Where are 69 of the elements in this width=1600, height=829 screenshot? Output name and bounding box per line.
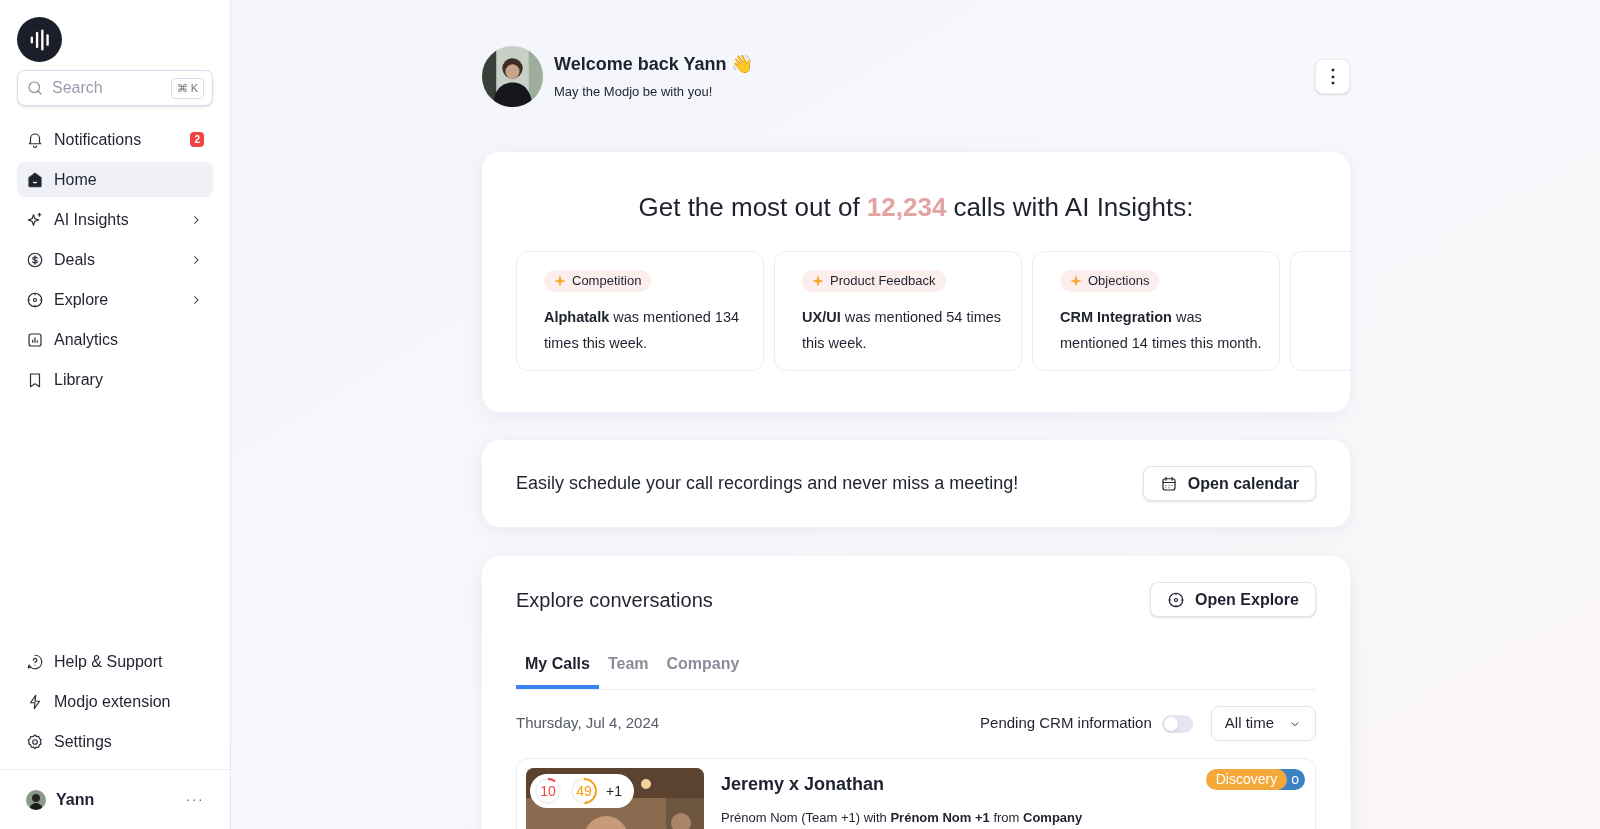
nav-label: Explore [54,289,110,310]
nav-item[interactable]: Notifications 2 [17,122,213,157]
logo-icon [17,17,62,62]
nav-item[interactable]: Help & Support [17,644,213,679]
insight-text: UX/UI was mentioned 54 times this week. [802,308,1003,353]
nav-label: Help & Support [54,651,163,672]
tab[interactable]: My Calls [516,642,599,689]
shortcut-hint: ⌘ K [170,78,204,99]
nav-item[interactable]: AI Insights [17,202,213,237]
call-title: Jeremy x Jonathan [721,773,885,796]
search-icon [26,79,44,97]
dollar-icon [26,250,44,269]
toggle-switch[interactable] [1161,714,1193,733]
date-label: Thursday, Jul 4, 2024 [516,713,661,734]
section-title: Explore conversations [516,587,714,613]
toggle-label: Pending CRM information [980,713,1152,734]
user-name: Yann [56,789,96,810]
score-ring: 10 [534,777,562,805]
call-details: Prénom Nom (Team +1) with Prénom Nom +1 from Company [721,809,1083,827]
insight-card[interactable]: Competition Alphatalk was mentioned 134 times this week. [516,251,764,371]
schedule-text: Easily schedule your call recordings and never miss a meeting! [516,472,1020,495]
nav-label: Library [54,369,104,390]
bell-icon [26,130,44,149]
nav-label: AI Insights [54,209,130,230]
more-button[interactable]: ··· [185,789,204,810]
insight-text: Alphatalk was mentioned 134 times this week. [544,308,741,353]
nav-item[interactable]: Explore [17,282,213,317]
nav-item[interactable]: Library [17,362,213,397]
insight-card[interactable]: Objections CRM Integration was mentioned 14 times this month. [1032,251,1280,371]
nav-item[interactable]: Home [17,162,213,197]
chart-icon [26,330,44,349]
nav-label: Home [54,169,98,190]
call-card[interactable]: 10 49 +1 Jeremy x Jonathan Prénom Nom (Team +1) with Prénom Nom +1 from Company Discovery o [516,758,1316,829]
compass-icon [1166,590,1185,609]
sparkle-icon [1070,275,1082,287]
nav-label: Settings [54,731,112,752]
sparkle-icon [554,275,566,287]
compass-icon [26,290,44,309]
sparkle-icon [812,275,824,287]
nav-label: Modjo extension [54,691,171,712]
insights-title: Get the most out of 12,234 calls with AI Insights: [637,191,1195,224]
nav-label: Deals [54,249,96,270]
user-avatar[interactable] [26,789,46,810]
help-icon [26,652,44,671]
insight-card[interactable]: Product Feedback UX/UI was mentioned 54 times this week. [774,251,1022,371]
nav-label: Notifications [54,129,143,150]
nav-item[interactable]: Deals [17,242,213,277]
welcome-title: Welcome back Yann 👋 [554,52,755,76]
nav-item[interactable]: Modjo extension [17,684,213,719]
period-dropdown[interactable]: All time [1210,706,1316,741]
nav-label: Analytics [54,329,120,350]
nav-item[interactable]: Analytics [17,322,213,357]
notification-badge: 2 [190,132,204,147]
home-icon [26,170,44,189]
insight-tag: Objections [1060,270,1160,292]
insight-tag: Product Feedback [802,270,946,292]
call-tag: Discovery [1205,769,1288,790]
open-calendar-button[interactable]: Open calendar [1142,466,1316,501]
settings-icon [26,732,44,751]
nav-item[interactable]: Settings [17,724,213,759]
sparkle-icon [26,210,44,229]
insight-text: CRM Integration was mentioned 14 times this month. [1060,308,1263,353]
open-explore-button[interactable]: Open Explore [1149,582,1316,617]
calendar-icon [1159,474,1178,493]
welcome-subtitle: May the Modjo be with you! [554,82,714,101]
more-menu-button[interactable]: ⋮ [1315,58,1350,94]
score-ring: 49 [570,777,598,805]
insight-tag: Competition [544,270,652,292]
more-count: +1 [606,781,622,801]
